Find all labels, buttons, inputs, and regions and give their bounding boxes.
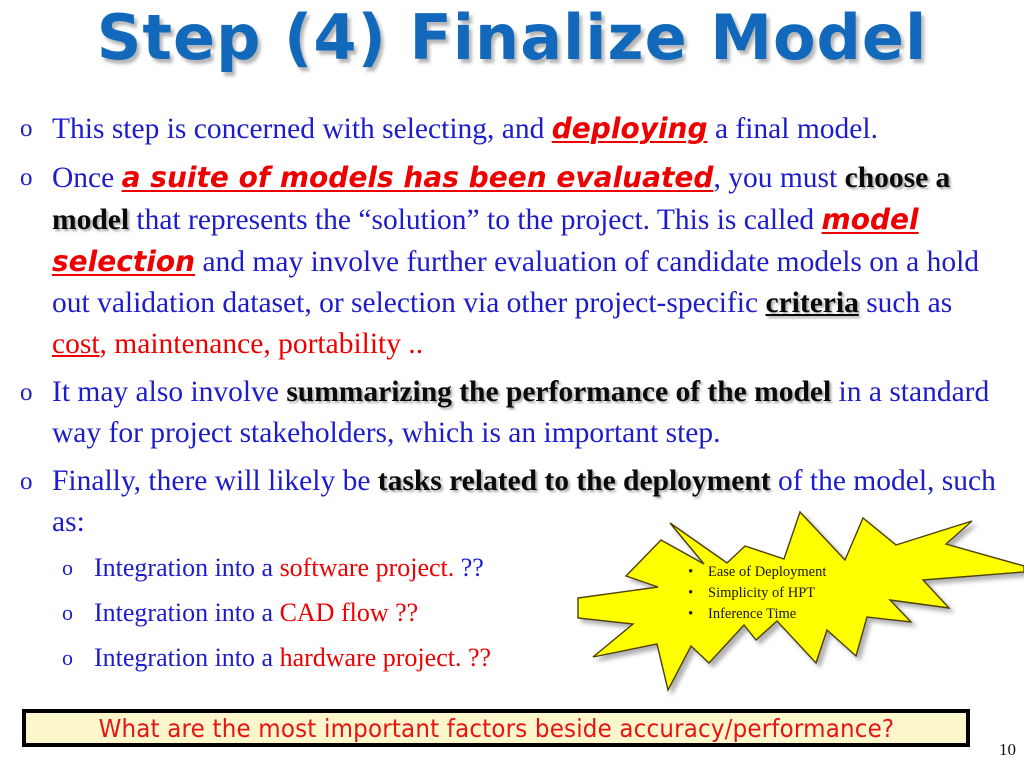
run-emphasis-tasks-deployment: tasks related to the deployment [377,465,771,497]
run-text: Integration into a [94,643,280,672]
sub-bullet-item-1: o Integration into a software project. ?… [52,551,1012,585]
run-text: This step is concerned with selecting, a… [52,113,552,145]
run-text-red: CAD flow ?? [279,598,419,627]
sub-bullet-2-text: Integration into a CAD flow ?? [94,598,418,627]
sub-bullet-item-2: o Integration into a CAD flow ?? [52,596,1012,630]
run-text-red: software project. [279,553,455,582]
bullet-marker-icon: o [20,379,33,406]
run-text: such as [858,287,953,319]
run-text-red: , maintenance, portability .. [99,328,424,360]
run-text: , you must [713,162,845,194]
sub-bullet-list: o Integration into a software project. ?… [52,551,1012,675]
slide-canvas: Step (4) Finalize Model o This step is c… [0,0,1024,768]
run-text: Integration into a [94,553,280,582]
bullet-item-4: o Finally, there will likely be tasks re… [12,461,1012,675]
run-emphasis-suite-evaluated: a suite of models has been evaluated [121,161,714,194]
sub-bullet-1-text: Integration into a software project. ?? [94,553,484,582]
sub-bullet-marker-icon: o [62,600,73,625]
question-banner-text: What are the most important factors besi… [98,713,894,743]
bullet-marker-icon: o [20,164,33,191]
page-number: 10 [999,740,1016,759]
bullet-4-text: Finally, there will likely be tasks rela… [52,465,996,538]
run-text: that represents the “solution” to the pr… [129,204,822,236]
bullet-2-text: Once a suite of models has been evaluate… [52,161,979,360]
run-emphasis-deploying: deploying [551,112,708,145]
run-text: Finally, there will likely be [52,465,378,497]
body-content: o This step is concerned with selecting,… [12,108,1012,686]
bullet-list: o This step is concerned with selecting,… [12,108,1012,675]
sub-bullet-marker-icon: o [62,645,73,670]
run-text: ?? [454,553,484,582]
bullet-1-text: This step is concerned with selecting, a… [52,112,878,145]
bullet-marker-icon: o [20,115,33,142]
sub-bullet-item-3: o Integration into a hardware project. ?… [52,641,1012,675]
run-emphasis-criteria: criteria [765,287,859,319]
sub-bullet-3-text: Integration into a hardware project. ?? [94,643,491,672]
bullet-3-text: It may also involve summarizing the perf… [52,376,989,449]
run-emphasis-summarizing-performance: summarizing the performance of the model [286,376,832,408]
run-text-red: hardware project. ?? [279,643,492,672]
run-emphasis-cost: cost [52,328,100,360]
page-title: Step (4) Finalize Model [96,1,928,74]
bullet-marker-icon: o [20,468,33,495]
sub-bullet-marker-icon: o [62,555,73,580]
bullet-item-2: o Once a suite of models has been evalua… [12,157,1012,365]
bullet-item-3: o It may also involve summarizing the pe… [12,372,1012,454]
run-text: Integration into a [94,598,280,627]
run-text: Once [52,162,122,194]
run-text: It may also involve [52,376,287,408]
question-banner: What are the most important factors besi… [22,709,970,747]
bullet-item-1: o This step is concerned with selecting,… [12,108,1012,150]
run-text: a final model. [707,113,878,145]
